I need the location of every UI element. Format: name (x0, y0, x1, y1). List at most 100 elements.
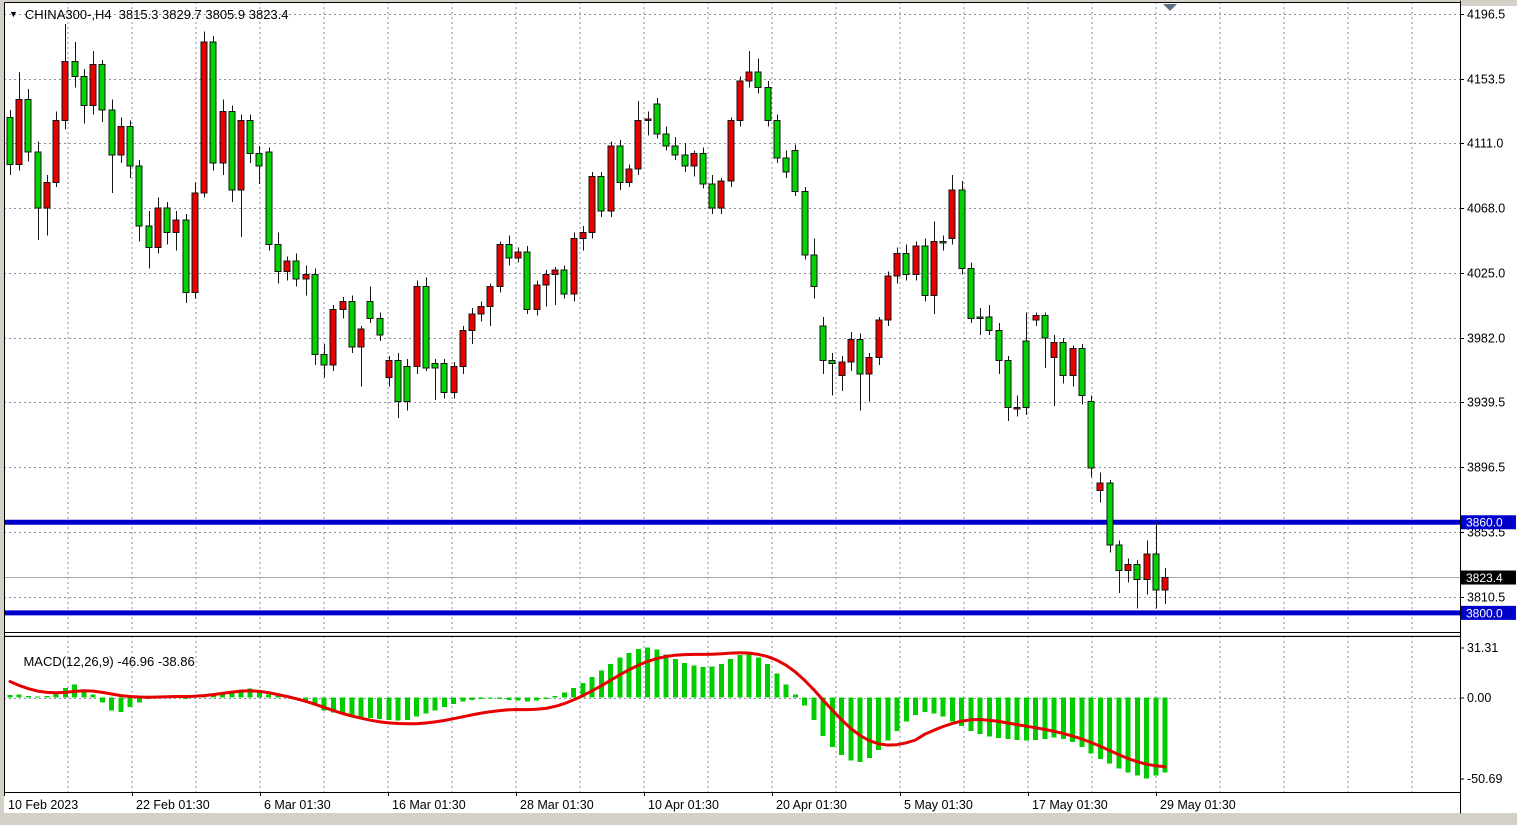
candle-body (709, 184, 715, 208)
candle-body (589, 176, 595, 232)
date-label: 6 Mar 01:30 (264, 798, 331, 812)
macd-bar (377, 698, 382, 720)
macd-tick-label: 31.31 (1467, 641, 1498, 655)
price-tick-label: 4196.5 (1467, 8, 1505, 22)
macd-bar (516, 698, 521, 701)
price-tag-blue-text: 3800.0 (1466, 606, 1503, 620)
chart-canvas[interactable]: 4196.54153.54111.04068.04025.03982.03939… (0, 0, 1517, 825)
candle-body (183, 220, 189, 292)
candle-body (136, 166, 142, 226)
macd-bar (525, 698, 530, 702)
candle-body (284, 261, 290, 272)
symbol-dropdown-icon[interactable]: ▼ (9, 8, 18, 21)
macd-tick-label: 0.00 (1467, 691, 1491, 705)
candle-body (1153, 554, 1159, 590)
candle-body (802, 191, 808, 254)
candle-body (839, 362, 845, 376)
candle-body (127, 127, 133, 166)
date-label: 16 Mar 01:30 (392, 798, 466, 812)
macd-indicator-name: MACD(12,26,9) -46.96 -38.86 (23, 654, 194, 669)
macd-bar (737, 655, 742, 697)
macd-label: MACD(12,26,9) -46.96 -38.86 (9, 639, 195, 684)
macd-bar (460, 698, 465, 702)
macd-bar (423, 698, 428, 714)
candle-body (1134, 565, 1140, 580)
candle-body (349, 302, 355, 347)
candle-body (1144, 554, 1150, 580)
macd-bar (359, 698, 364, 718)
macd-bar (701, 667, 706, 697)
macd-bar (1116, 698, 1121, 769)
macd-bar (91, 694, 96, 697)
candle-body (81, 77, 87, 106)
macd-bar (774, 674, 779, 698)
price-tick-label: 4111.0 (1467, 137, 1503, 151)
candle-body (53, 120, 59, 182)
macd-bar (562, 693, 567, 698)
macd-bar (1107, 698, 1112, 764)
price-pane[interactable] (4, 2, 1460, 632)
candle-body (903, 253, 909, 274)
macd-bar (904, 698, 909, 722)
candle-body (44, 182, 50, 208)
macd-bar (784, 685, 789, 698)
candle-body (1079, 349, 1085, 396)
candle-body (913, 246, 919, 275)
candle-body (737, 81, 743, 120)
macd-bar (932, 698, 937, 714)
candle-body (524, 252, 530, 309)
macd-bar (867, 698, 872, 759)
macd-bar (118, 698, 123, 712)
candle-body (1116, 545, 1122, 571)
date-label: 20 Apr 01:30 (776, 798, 847, 812)
candle-body (192, 193, 198, 293)
candle-body (386, 361, 392, 378)
macd-bar (895, 698, 900, 732)
macd-bar (811, 698, 816, 720)
macd-bar (100, 698, 105, 703)
macd-bar (497, 698, 502, 700)
candle-body (580, 232, 586, 238)
time-axis-strip (4, 793, 1460, 813)
candle-body (876, 320, 882, 358)
macd-bar (765, 664, 770, 698)
macd-bar (1135, 698, 1140, 776)
hline-3860.0[interactable] (4, 520, 1460, 525)
candle-body (977, 317, 983, 319)
macd-bar (793, 694, 798, 697)
candle-body (635, 120, 641, 168)
macd-bar (405, 698, 410, 720)
macd-bar (1089, 698, 1094, 754)
candle-body (229, 111, 235, 190)
candle-body (330, 309, 336, 365)
candle-body (266, 152, 272, 244)
price-tick-label: 4025.0 (1467, 267, 1505, 281)
candle-body (700, 154, 706, 184)
candle-body (210, 42, 216, 163)
candle-body (571, 238, 577, 294)
candle-body (173, 220, 179, 232)
macd-bar (627, 653, 632, 698)
macd-bar (987, 698, 992, 737)
macd-bar (571, 688, 576, 698)
candle-body (358, 329, 364, 347)
candle-body (506, 244, 512, 258)
candle-body (617, 146, 623, 182)
candle-body (515, 252, 521, 258)
candle-body (247, 120, 253, 153)
pane-separator (4, 633, 1460, 635)
candle-body (561, 270, 567, 294)
top-right-frame (1461, 0, 1517, 6)
hline-3800.0[interactable] (4, 610, 1460, 615)
candle-body (155, 208, 161, 247)
candle-body (1107, 483, 1113, 545)
macd-bar (1163, 698, 1168, 773)
candle-body (109, 110, 115, 155)
candle-body (497, 244, 503, 286)
macd-bar (479, 698, 484, 700)
candle-body (718, 181, 724, 208)
candle-body (16, 99, 22, 164)
candle-body (922, 246, 928, 296)
candle-body (866, 358, 872, 375)
candle-body (746, 72, 752, 81)
